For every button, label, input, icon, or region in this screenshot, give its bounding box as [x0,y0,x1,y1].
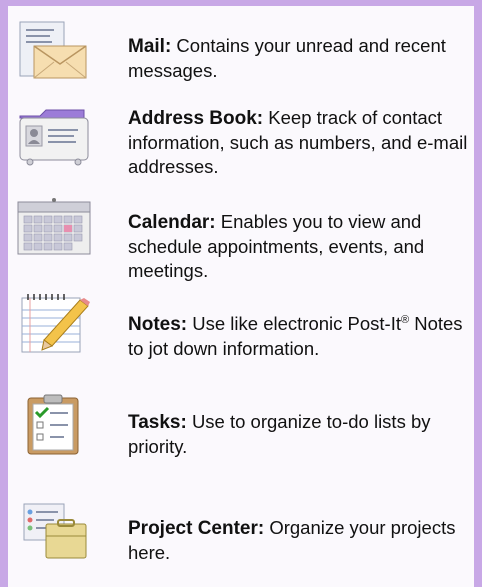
project-center-icon [14,500,92,564]
address-book-icon [14,106,92,170]
mail-description: Mail: Contains your unread and recent me… [128,34,468,83]
calendar-description: Calendar: Enables you to view and schedu… [128,210,468,283]
address-book-title: Address Book: [128,108,264,129]
project-center-description: Project Center: Organize your projects h… [128,516,468,565]
project-center-title: Project Center: [128,518,265,539]
tasks-title: Tasks: [128,412,187,433]
tasks-icon [14,392,92,456]
calendar-icon [14,196,92,260]
notes-description: Notes: Use like electronic Post-It® Note… [128,312,468,361]
notes-desc-before: Use like electronic Post-It [192,313,401,334]
mail-title: Mail: [128,36,172,57]
notes-icon [14,290,92,354]
registered-mark: ® [400,313,410,326]
calendar-title: Calendar: [128,212,216,233]
tasks-description: Tasks: Use to organize to-do lists by pr… [128,410,468,459]
notes-title: Notes: [128,314,188,335]
mail-desc: Contains your unread and recent messages… [128,35,446,81]
address-book-description: Address Book: Keep track of contact info… [128,106,468,179]
mail-icon [14,20,92,84]
